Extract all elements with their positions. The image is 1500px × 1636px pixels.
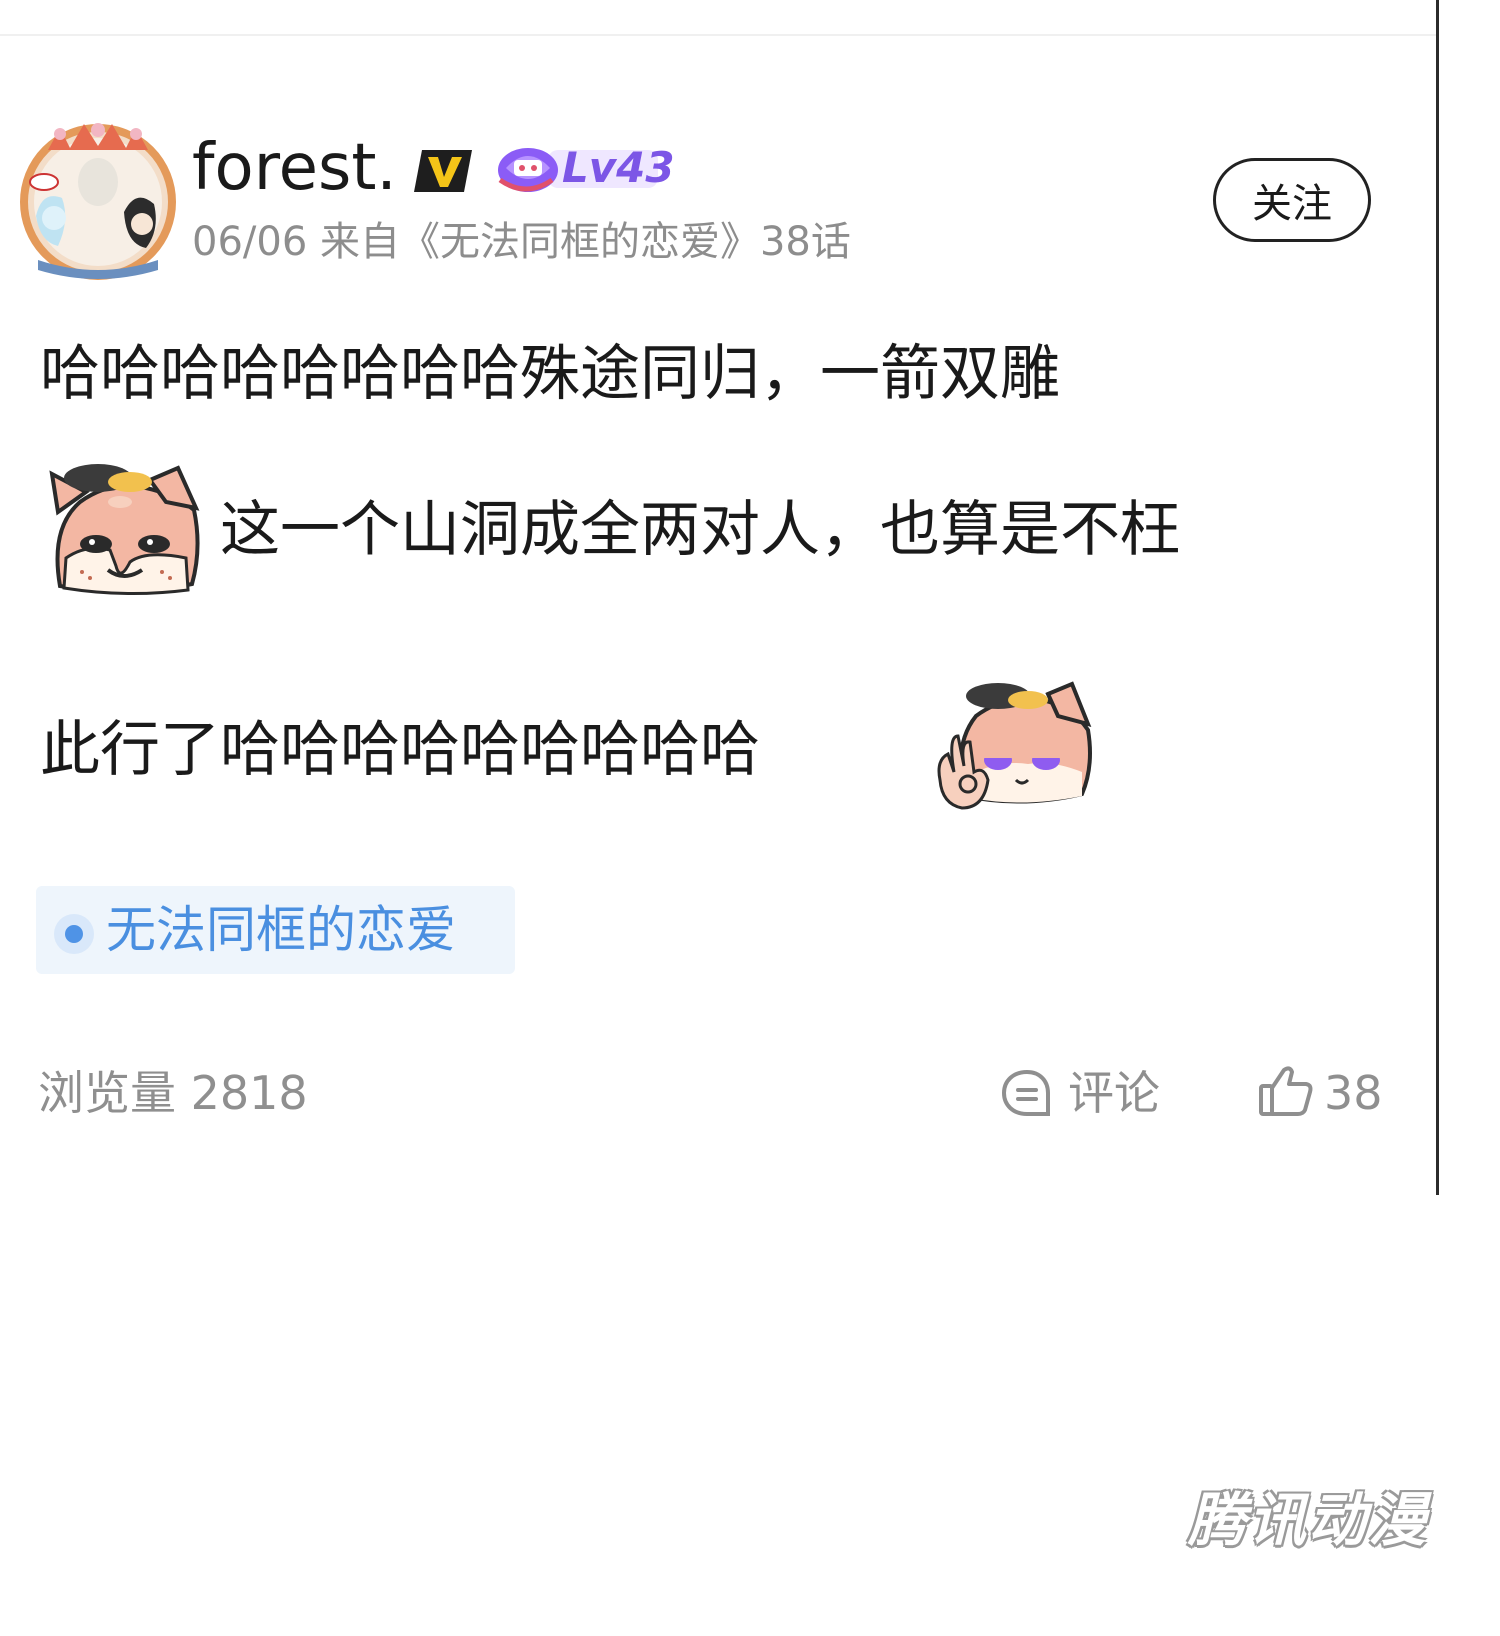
watermark-logo: 腾讯动漫 — [1188, 1486, 1429, 1554]
top-divider — [0, 34, 1438, 36]
view-count: 浏览量 2818 — [38, 1066, 308, 1120]
right-edge-border — [1436, 0, 1439, 1195]
level-text: Lv43 — [562, 143, 675, 192]
comment-icon[interactable] — [1000, 1068, 1054, 1118]
thumbs-up-icon[interactable] — [1258, 1064, 1314, 1118]
verified-v-icon — [414, 150, 472, 192]
sticker-smug-face-icon — [49, 464, 200, 596]
content-line-1: 哈哈哈哈哈哈哈哈殊途同归，一箭双雕 — [40, 339, 1060, 409]
user-avatar[interactable] — [18, 120, 178, 280]
topic-tag-label[interactable]: 无法同框的恋爱 — [106, 892, 456, 968]
sticker-ok-hand-face-icon — [937, 681, 1092, 810]
follow-button[interactable]: 关注 — [1213, 158, 1371, 242]
content-line-2: 这一个山洞成全两对人，也算是不枉 — [220, 495, 1180, 565]
post-meta: 06/06 来自《无法同框的恋爱》38话 — [192, 219, 851, 265]
like-count[interactable]: 38 — [1324, 1062, 1383, 1124]
topic-dot-center — [65, 925, 83, 943]
content-line-3: 此行了哈哈哈哈哈哈哈哈哈 — [40, 715, 760, 785]
author-name[interactable]: forest. — [192, 132, 397, 204]
comment-button-label[interactable]: 评论 — [1068, 1062, 1160, 1124]
